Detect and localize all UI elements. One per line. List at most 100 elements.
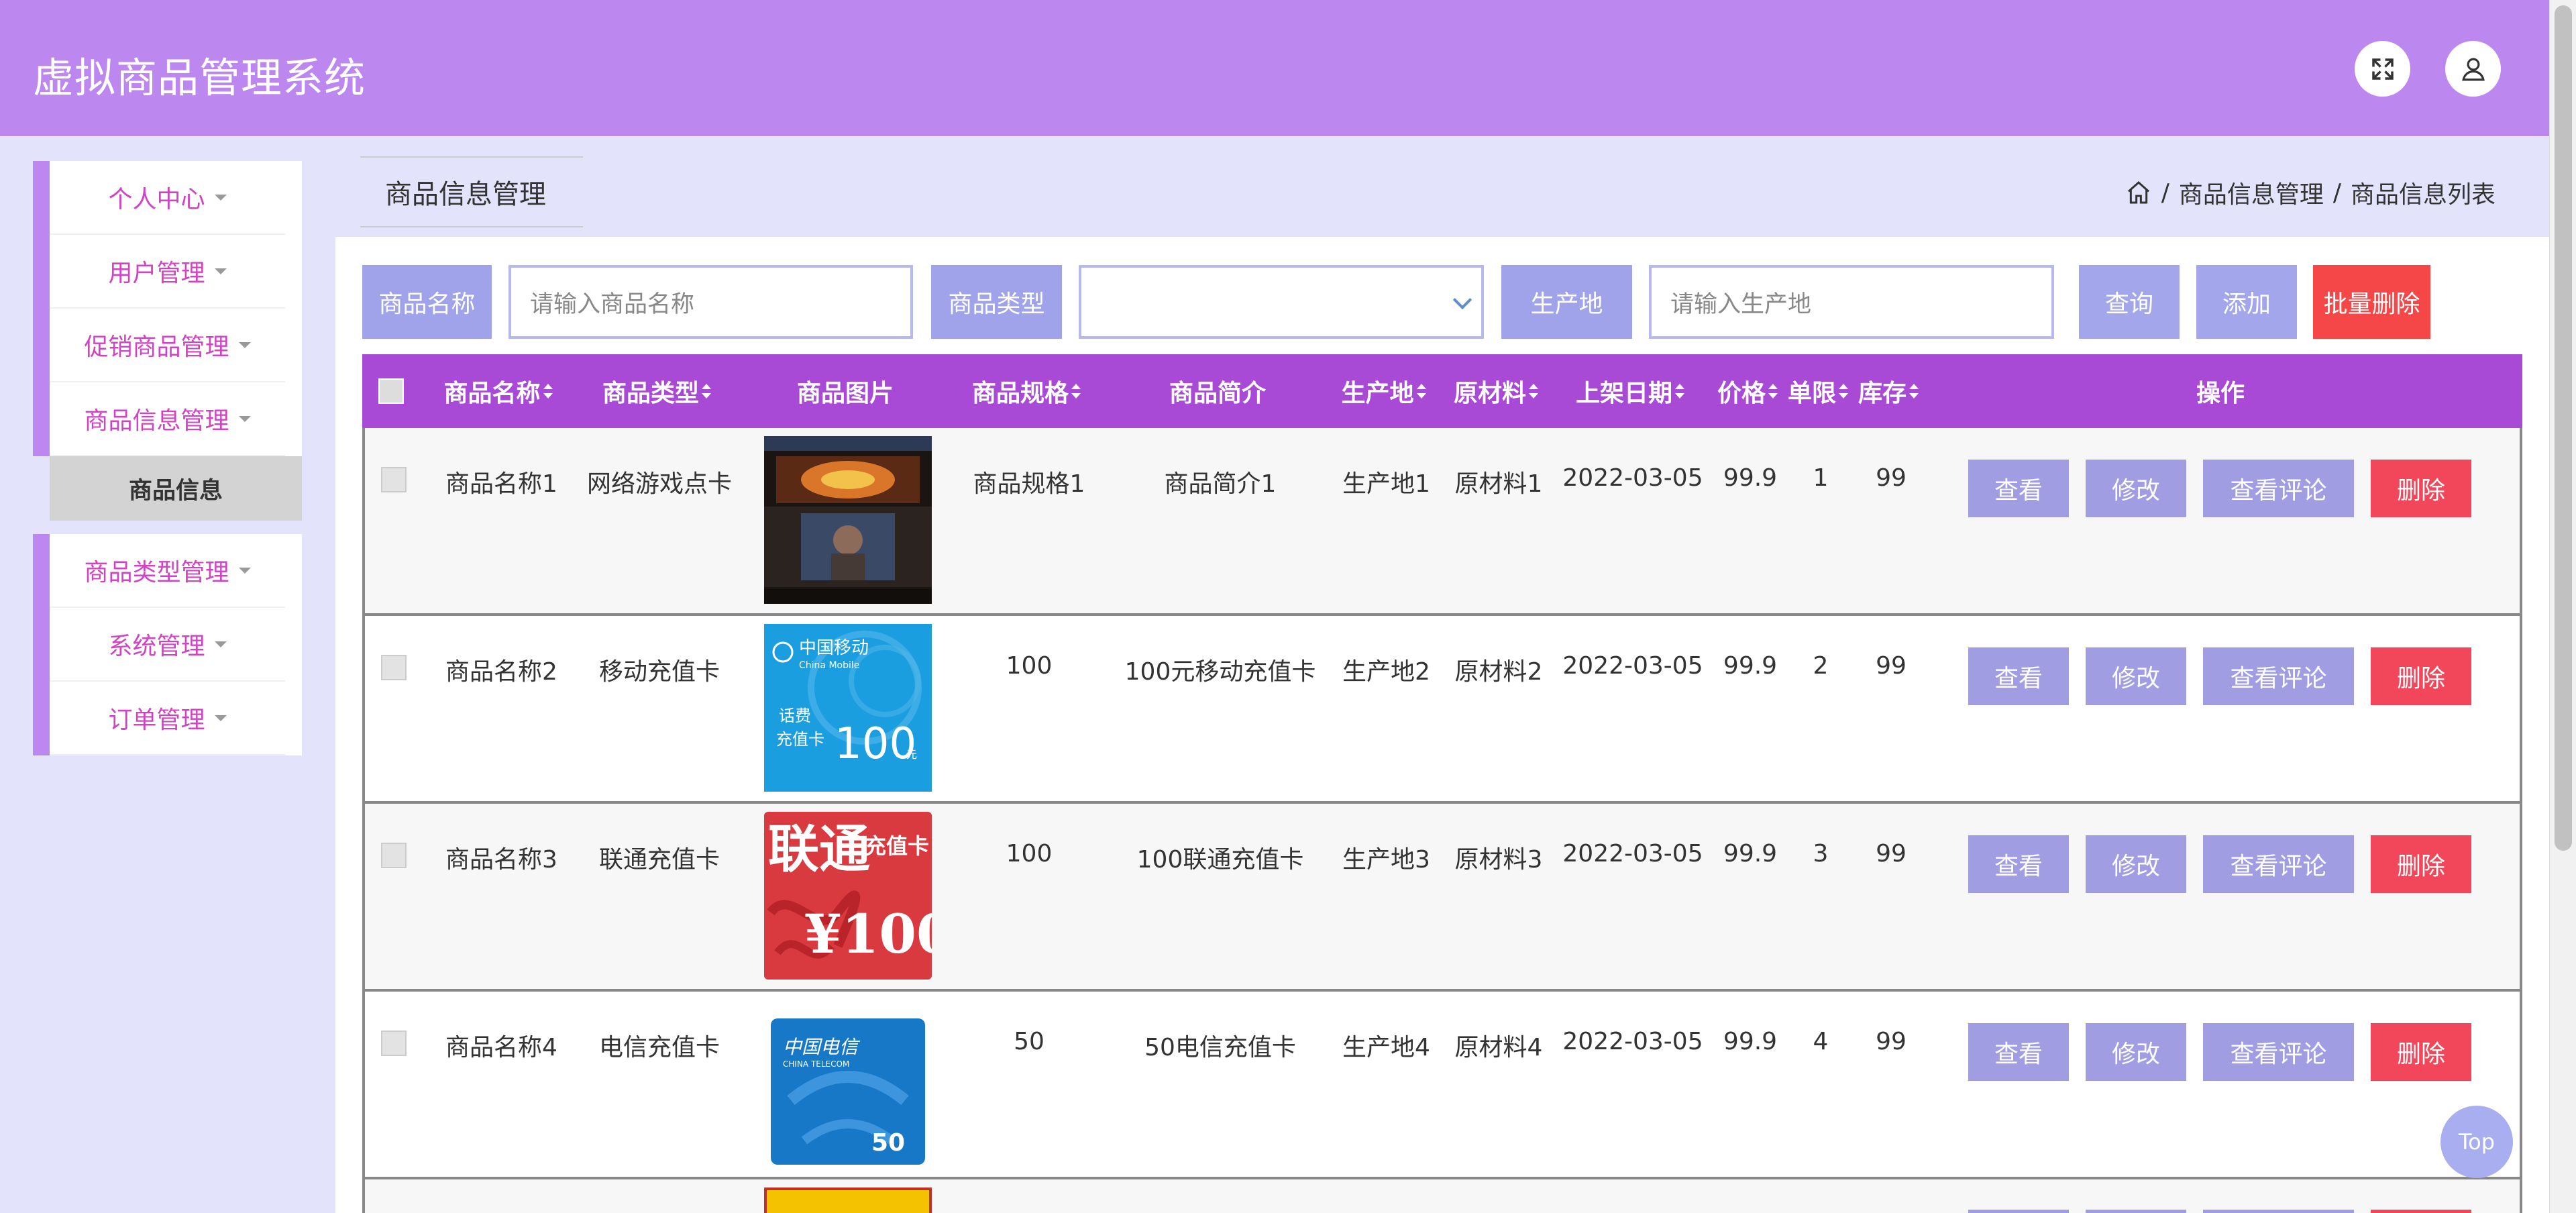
delete-button[interactable] [2371, 1210, 2471, 1213]
col-header-limit[interactable]: 单限 [1784, 354, 1851, 428]
col-header-origin[interactable]: 生产地 [1328, 354, 1439, 428]
cell-limit: 1 [1813, 464, 1829, 492]
user-icon [2461, 58, 2485, 81]
sort-icon[interactable] [1071, 384, 1081, 399]
edit-button[interactable]: 修改 [2086, 1023, 2186, 1081]
fullscreen-button[interactable] [2355, 41, 2410, 97]
view-button[interactable]: 查看 [1968, 647, 2069, 705]
row-checkbox[interactable] [381, 1031, 407, 1056]
breadcrumb: / 商品信息管理 / 商品信息列表 [2125, 175, 2496, 210]
sort-icon[interactable] [1675, 384, 1684, 399]
add-button[interactable]: 添加 [2196, 265, 2297, 339]
caret-down-icon [238, 341, 251, 348]
cell-origin: 生产地4 [1342, 1034, 1430, 1061]
product-image-mobile-card: 中国移动 China Mobile 话费 充值卡 100 元 [764, 624, 932, 792]
mobile-unit: 元 [906, 748, 917, 761]
back-to-top-button[interactable]: Top [2440, 1106, 2513, 1178]
sidebar-subitem-product-info[interactable]: 商品信息 [50, 456, 302, 521]
cell-type: 移动充值卡 [598, 658, 720, 686]
edit-button[interactable]: 修改 [2086, 647, 2186, 705]
delete-button[interactable]: 删除 [2371, 460, 2471, 517]
sort-icon[interactable] [1768, 384, 1778, 399]
cell-price: 99.9 [1723, 1028, 1778, 1055]
vertical-scrollbar[interactable] [2549, 0, 2576, 1213]
table-row: 商品名称4 电信充值卡 中国电信 CHINA TELECOM 50 50 50电… [362, 992, 2522, 1179]
batch-delete-button[interactable]: 批量删除 [2313, 265, 2430, 339]
select-all-checkbox[interactable] [378, 354, 404, 428]
caret-down-icon [238, 567, 251, 574]
sidebar-item-personal-center[interactable]: 个人中心 [50, 161, 285, 235]
col-header-spec[interactable]: 商品规格 [946, 354, 1107, 428]
unicom-card: 充值卡 [865, 833, 929, 859]
view-reviews-button[interactable]: 查看评论 [2203, 647, 2354, 705]
cell-price: 99.9 [1723, 840, 1778, 867]
col-header-name[interactable]: 商品名称 [443, 354, 553, 428]
col-header-type[interactable]: 商品类型 [582, 354, 731, 428]
product-image-game-card [764, 436, 932, 604]
edit-button[interactable] [2086, 1210, 2186, 1213]
cell-name: 商品名称3 [445, 846, 557, 874]
sort-icon[interactable] [1909, 384, 1919, 399]
table-row: 商品名称2 移动充值卡 中国移动 China Mobile 话费 充值卡 100… [362, 616, 2522, 804]
cell-price: 99.9 [1723, 464, 1778, 492]
sidebar-item-order-management[interactable]: 订单管理 [50, 682, 285, 755]
cell-origin: 生产地3 [1342, 846, 1430, 874]
cell-spec: 100 [1006, 840, 1053, 867]
view-reviews-button[interactable]: 查看评论 [2203, 1023, 2354, 1081]
row-checkbox[interactable] [381, 843, 407, 868]
row-checkbox[interactable] [381, 655, 407, 680]
cell-date: 2022-03-05 [1562, 1028, 1703, 1055]
delete-button[interactable]: 删除 [2371, 1023, 2471, 1081]
type-select[interactable] [1079, 265, 1484, 339]
sort-icon[interactable] [702, 384, 711, 399]
page-title: 商品信息管理 [360, 156, 583, 227]
sidebar-item-system-management[interactable]: 系统管理 [50, 608, 285, 682]
view-reviews-button[interactable]: 查看评论 [2203, 835, 2354, 893]
delete-button[interactable]: 删除 [2371, 647, 2471, 705]
col-header-date[interactable]: 上架日期 [1553, 354, 1707, 428]
view-button[interactable] [1968, 1210, 2069, 1213]
mobile-amount: 100 [835, 719, 916, 769]
cell-intro: 50电信充值卡 [1144, 1034, 1296, 1061]
cell-spec: 50 [1014, 1028, 1044, 1055]
name-search-input[interactable]: 请输入商品名称 [508, 265, 913, 339]
origin-search-input[interactable]: 请输入生产地 [1649, 265, 2054, 339]
col-header-stock[interactable]: 库存 [1851, 354, 1925, 428]
breadcrumb-item[interactable]: 商品信息管理 [2179, 175, 2324, 210]
col-header-material[interactable]: 原材料 [1442, 354, 1550, 428]
product-image-telecom-card: 中国电信 CHINA TELECOM 50 [764, 1000, 932, 1167]
col-header-actions: 操作 [2196, 380, 2245, 407]
home-icon[interactable] [2125, 179, 2152, 206]
sidebar-item-product-info-management[interactable]: 商品信息管理 [50, 382, 285, 456]
cell-origin: 生产地1 [1342, 470, 1430, 498]
telecom-brand-en: CHINA TELECOM [783, 1059, 849, 1069]
cell-material: 原材料1 [1454, 470, 1543, 498]
view-button[interactable]: 查看 [1968, 460, 2069, 517]
sidebar-item-product-type-management[interactable]: 商品类型管理 [50, 534, 285, 608]
row-checkbox[interactable] [381, 467, 407, 492]
sort-icon[interactable] [543, 384, 553, 399]
view-button[interactable]: 查看 [1968, 835, 2069, 893]
cell-limit: 2 [1813, 652, 1829, 680]
col-header-intro: 商品简介 [1169, 380, 1266, 407]
query-button[interactable]: 查询 [2079, 265, 2180, 339]
sort-icon[interactable] [1839, 384, 1848, 399]
sort-icon[interactable] [1529, 384, 1538, 399]
caret-down-icon [214, 641, 227, 647]
view-reviews-button[interactable] [2203, 1210, 2354, 1213]
caret-down-icon [214, 268, 227, 274]
edit-button[interactable]: 修改 [2086, 835, 2186, 893]
view-reviews-button[interactable]: 查看评论 [2203, 460, 2354, 517]
delete-button[interactable]: 删除 [2371, 835, 2471, 893]
title-bar: 商品信息管理 / 商品信息管理 / 商品信息列表 [335, 136, 2549, 237]
sort-icon[interactable] [1416, 384, 1426, 399]
chevron-down-icon [1452, 290, 1472, 310]
cell-stock: 99 [1876, 840, 1907, 867]
sidebar-item-promotion-management[interactable]: 促销商品管理 [50, 309, 285, 382]
user-button[interactable] [2445, 41, 2501, 97]
col-header-price[interactable]: 价格 [1711, 354, 1784, 428]
scrollbar-thumb[interactable] [2555, 5, 2572, 851]
view-button[interactable]: 查看 [1968, 1023, 2069, 1081]
edit-button[interactable]: 修改 [2086, 460, 2186, 517]
sidebar-item-user-management[interactable]: 用户管理 [50, 235, 285, 309]
